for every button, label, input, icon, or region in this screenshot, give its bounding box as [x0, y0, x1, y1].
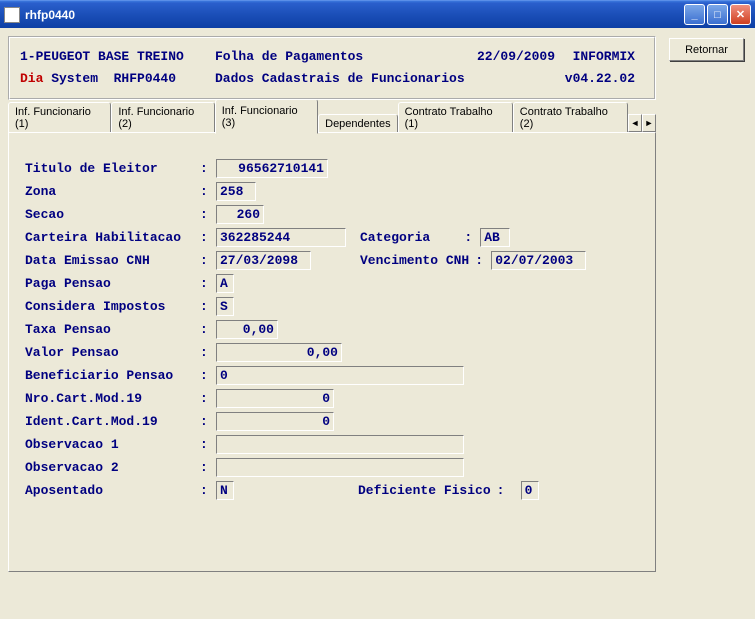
header-company: 1-PEUGEOT BASE TREINO — [20, 46, 215, 68]
label-observacao-1: Observacao 1 — [25, 437, 200, 452]
tab-panel: Titulo de Eleitor : 96562710141 Zona : 2… — [8, 132, 656, 572]
tab-inf-func-2[interactable]: Inf. Funcionario (2) — [111, 102, 214, 133]
field-considera-impostos[interactable]: S — [216, 297, 234, 316]
retornar-button[interactable]: Retornar — [669, 38, 744, 61]
label-considera-impostos: Considera Impostos — [25, 299, 200, 314]
field-titulo-eleitor[interactable]: 96562710141 — [216, 159, 328, 178]
tab-scroll-left-icon[interactable]: ◄ — [628, 114, 642, 132]
close-button[interactable]: ✕ — [730, 4, 751, 25]
header-program: Dia System RHFP0440 — [20, 68, 215, 90]
header-panel: 1-PEUGEOT BASE TREINO Folha de Pagamento… — [8, 36, 656, 100]
titlebar: rhfp0440 _ □ ✕ — [0, 0, 755, 28]
field-paga-pensao[interactable]: A — [216, 274, 234, 293]
field-categoria[interactable]: AB — [480, 228, 510, 247]
field-observacao-2[interactable] — [216, 458, 464, 477]
field-data-emissao-cnh[interactable]: 27/03/2098 — [216, 251, 311, 270]
label-titulo-eleitor: Titulo de Eleitor — [25, 161, 200, 176]
label-observacao-2: Observacao 2 — [25, 460, 200, 475]
minimize-button[interactable]: _ — [684, 4, 705, 25]
tab-inf-func-1[interactable]: Inf. Funcionario (1) — [8, 102, 111, 133]
label-secao: Secao — [25, 207, 200, 222]
tab-dependentes[interactable]: Dependentes — [318, 114, 397, 133]
field-ident-cart-mod19[interactable]: 0 — [216, 412, 334, 431]
label-carteira-hab: Carteira Habilitacao — [25, 230, 200, 245]
maximize-button[interactable]: □ — [707, 4, 728, 25]
label-zona: Zona — [25, 184, 200, 199]
label-taxa-pensao: Taxa Pensao — [25, 322, 200, 337]
header-module: Folha de Pagamentos — [215, 46, 445, 68]
field-observacao-1[interactable] — [216, 435, 464, 454]
tab-contrato-1[interactable]: Contrato Trabalho (1) — [398, 102, 513, 133]
header-subtitle: Dados Cadastrais de Funcionarios — [215, 68, 525, 90]
field-aposentado[interactable]: N — [216, 481, 234, 500]
label-deficiente-fisico: Deficiente Fisico — [344, 483, 497, 498]
tab-scroll-right-icon[interactable]: ► — [642, 114, 656, 132]
header-system: INFORMIX — [555, 46, 635, 68]
field-nro-cart-mod19[interactable]: 0 — [216, 389, 334, 408]
header-date: 22/09/2009 — [445, 46, 555, 68]
label-data-emissao-cnh: Data Emissao CNH — [25, 253, 200, 268]
field-taxa-pensao[interactable]: 0,00 — [216, 320, 278, 339]
tab-inf-func-3[interactable]: Inf. Funcionario (3) — [215, 99, 318, 134]
field-beneficiario-pensao[interactable]: 0 — [216, 366, 464, 385]
label-paga-pensao: Paga Pensao — [25, 276, 200, 291]
field-deficiente-fisico[interactable]: 0 — [521, 481, 539, 500]
tab-strip: Inf. Funcionario (1) Inf. Funcionario (2… — [8, 110, 656, 132]
header-version: v04.22.02 — [525, 68, 635, 90]
label-nro-cart-mod19: Nro.Cart.Mod.19 — [25, 391, 200, 406]
label-ident-cart-mod19: Ident.Cart.Mod.19 — [25, 414, 200, 429]
label-vencimento-cnh: Vencimento CNH — [346, 253, 475, 268]
label-categoria: Categoria — [346, 230, 436, 245]
field-carteira-hab[interactable]: 362285244 — [216, 228, 346, 247]
label-beneficiario-pensao: Beneficiario Pensao — [25, 368, 200, 383]
tab-contrato-2[interactable]: Contrato Trabalho (2) — [513, 102, 628, 133]
window-title: rhfp0440 — [25, 8, 682, 22]
label-valor-pensao: Valor Pensao — [25, 345, 200, 360]
label-aposentado: Aposentado — [25, 483, 200, 498]
field-secao[interactable]: 260 — [216, 205, 264, 224]
field-valor-pensao[interactable]: 0,00 — [216, 343, 342, 362]
app-icon — [4, 7, 20, 23]
field-vencimento-cnh[interactable]: 02/07/2003 — [491, 251, 586, 270]
field-zona[interactable]: 258 — [216, 182, 256, 201]
